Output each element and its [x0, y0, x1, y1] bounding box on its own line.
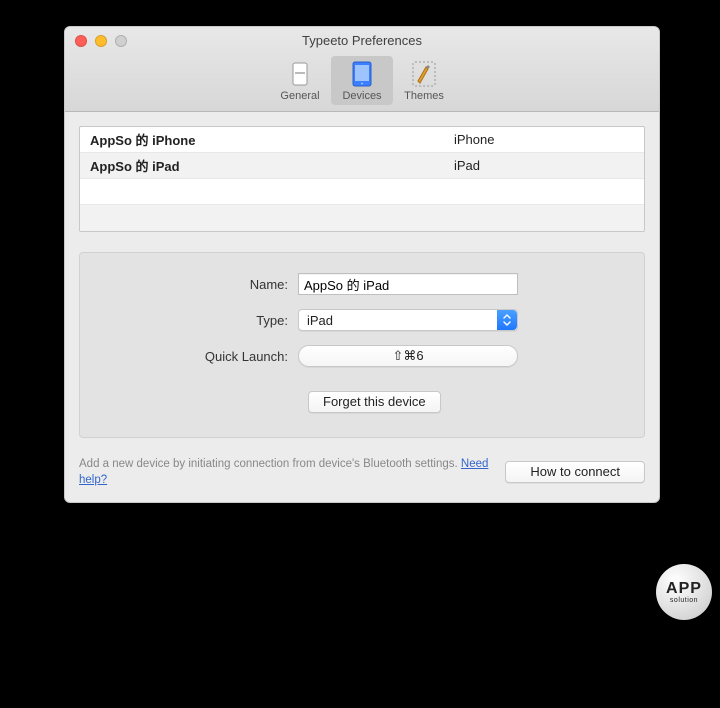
- type-select[interactable]: iPad: [298, 309, 518, 331]
- name-input[interactable]: [298, 273, 518, 295]
- quicklaunch-shortcut-button[interactable]: ⇧⌘6: [298, 345, 518, 367]
- how-to-connect-button[interactable]: How to connect: [505, 461, 645, 483]
- footer-hint: Add a new device by initiating connectio…: [79, 456, 489, 488]
- device-details-panel: Name: Type: iPad Quick Launch: ⇧⌘6: [79, 252, 645, 438]
- traffic-lights: [75, 35, 127, 47]
- content-area: AppSo 的 iPhone iPhone AppSo 的 iPad iPad …: [65, 112, 659, 502]
- tab-themes[interactable]: Themes: [393, 56, 455, 105]
- app-solution-watermark: APP solution: [656, 564, 712, 620]
- watermark-title: APP: [666, 580, 702, 598]
- device-row-empty: [80, 179, 644, 205]
- device-type: iPhone: [454, 132, 634, 147]
- footer: Add a new device by initiating connectio…: [79, 456, 645, 488]
- general-icon: [284, 60, 316, 88]
- titlebar: Typeeto Preferences General: [65, 27, 659, 112]
- device-row[interactable]: AppSo 的 iPad iPad: [80, 153, 644, 179]
- device-row[interactable]: AppSo 的 iPhone iPhone: [80, 127, 644, 153]
- forget-device-button[interactable]: Forget this device: [308, 391, 441, 413]
- preferences-toolbar: General Devices: [73, 52, 651, 111]
- tab-general[interactable]: General: [269, 56, 331, 105]
- tab-devices[interactable]: Devices: [331, 56, 393, 105]
- type-select-value: iPad: [307, 313, 333, 328]
- tab-general-label: General: [271, 90, 329, 102]
- device-list: AppSo 的 iPhone iPhone AppSo 的 iPad iPad: [79, 126, 645, 232]
- chevron-updown-icon: [497, 310, 517, 330]
- window-title: Typeeto Preferences: [73, 33, 651, 52]
- device-name: AppSo 的 iPad: [90, 156, 454, 175]
- name-label: Name:: [98, 277, 298, 292]
- devices-icon: [346, 60, 378, 88]
- device-row-empty: [80, 205, 644, 231]
- themes-icon: [408, 60, 440, 88]
- quicklaunch-value: ⇧⌘6: [392, 348, 423, 363]
- tab-themes-label: Themes: [395, 90, 453, 102]
- zoom-window-button[interactable]: [115, 35, 127, 47]
- device-name: AppSo 的 iPhone: [90, 130, 454, 149]
- tab-devices-label: Devices: [333, 90, 391, 102]
- type-label: Type:: [98, 313, 298, 328]
- close-window-button[interactable]: [75, 35, 87, 47]
- watermark-subtitle: solution: [670, 597, 698, 604]
- quicklaunch-label: Quick Launch:: [98, 349, 298, 364]
- minimize-window-button[interactable]: [95, 35, 107, 47]
- device-type: iPad: [454, 158, 634, 173]
- preferences-window: Typeeto Preferences General: [64, 26, 660, 503]
